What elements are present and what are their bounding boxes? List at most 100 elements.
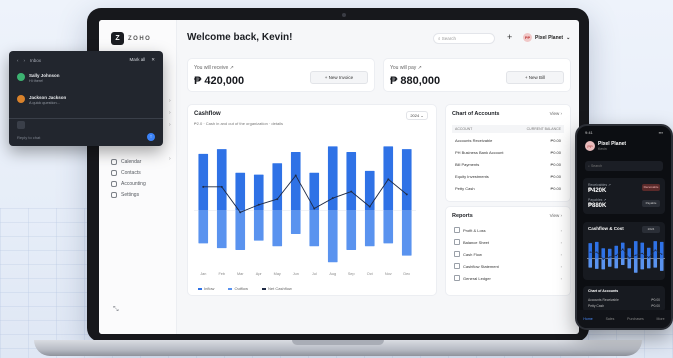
- sidebar-item-calendar[interactable]: Calendar: [111, 156, 146, 167]
- avatar: [17, 95, 25, 103]
- search-input[interactable]: ⌕ Search: [433, 33, 495, 44]
- list-item[interactable]: General Ledger ›: [454, 273, 562, 283]
- x-tick-label: Nov: [385, 272, 392, 276]
- close-icon[interactable]: ✕: [151, 57, 155, 63]
- phone-nav-home[interactable]: Home: [583, 317, 592, 321]
- outflow-bar: [253, 210, 264, 241]
- chevron-down-icon: ⌄: [566, 34, 571, 41]
- phone-search-input[interactable]: ⌕ Search: [585, 161, 663, 171]
- sidebar-item-label: Calendar: [121, 158, 142, 165]
- phone-year-select[interactable]: 2024: [642, 226, 660, 233]
- chevron-right-icon[interactable]: ›: [24, 58, 26, 63]
- table-row[interactable]: Equity Investments ₱0.00: [455, 174, 561, 179]
- account-balance: ₱0.00: [550, 174, 561, 179]
- mark-all-read-button[interactable]: Mark all: [129, 57, 145, 63]
- account-name: Accounts Receivable: [588, 298, 619, 302]
- table-row[interactable]: Accounts Receivable ₱0.00: [455, 138, 561, 143]
- sidebar-item-accounting[interactable]: Accounting: [111, 178, 146, 189]
- inflow-bar: [327, 146, 338, 211]
- x-tick-label: Jun: [293, 272, 299, 276]
- table-row[interactable]: Accounts Receivable ₱0.00: [588, 298, 660, 302]
- net-cashflow-point: [257, 203, 260, 206]
- chat-message[interactable]: Sally Johnson Hi there!: [17, 73, 60, 83]
- reports-view-link[interactable]: View ›: [550, 213, 562, 218]
- inflow-bar: [309, 172, 320, 211]
- legend-item-inflow[interactable]: Inflow: [198, 286, 214, 291]
- list-item[interactable]: Cash Flow ›: [454, 249, 562, 259]
- chevron-right-icon: ›: [560, 275, 562, 281]
- phone-cashflow-card: Cashflow & Cost 2024: [583, 222, 665, 280]
- net-cashflow-point: [405, 193, 408, 196]
- legend-item-net[interactable]: Net Cashflow: [262, 286, 292, 291]
- add-icon[interactable]: +: [507, 32, 512, 42]
- table-row[interactable]: Petty Cash ₱0.00: [588, 304, 660, 308]
- inflow-bar: [272, 163, 283, 211]
- outflow-bar: [346, 210, 357, 251]
- reports-title: Reports: [452, 213, 473, 219]
- app-logo[interactable]: Z ZOHO: [111, 32, 151, 45]
- net-cashflow-point: [602, 258, 604, 260]
- net-cashflow-point: [350, 190, 353, 193]
- cashflow-subtitle: ₱2.0 · Cash in and out of the organizati…: [194, 121, 283, 126]
- year-select[interactable]: 2024 ⌄: [406, 111, 428, 120]
- chat-message[interactable]: Jackson Jackson A quick question...: [17, 95, 66, 105]
- column-header-account: ACCOUNT: [455, 127, 473, 131]
- cashflow-title: Cashflow: [194, 111, 221, 117]
- chat-popup: ‹ › Inbox Mark all ✕ Sally Johnson Hi th…: [9, 51, 163, 146]
- chevron-right-icon[interactable]: ›: [169, 98, 171, 104]
- chevron-left-icon[interactable]: ‹: [17, 58, 19, 63]
- chevron-right-icon[interactable]: ›: [169, 110, 171, 116]
- legend-label: Inflow: [204, 286, 215, 291]
- phone-nav-sales[interactable]: Sales: [606, 317, 615, 321]
- sidebar-item-label: Settings: [121, 191, 140, 198]
- year-select-value: 2024: [410, 113, 420, 118]
- inflow-bar: [588, 243, 593, 259]
- new-bill-button[interactable]: + New Bill: [506, 71, 564, 84]
- phone-org-header[interactable]: PP Pixel Planet Kevin: [585, 141, 626, 151]
- accounts-view-link[interactable]: View ›: [550, 111, 562, 116]
- sidebar-item-settings[interactable]: Settings: [111, 189, 146, 200]
- phone-nav-purchases[interactable]: Purchases: [627, 317, 644, 321]
- inflow-bar: [216, 149, 227, 211]
- chevron-right-icon[interactable]: ›: [169, 156, 171, 162]
- table-row[interactable]: PH Business Bank Account ₱0.00: [455, 150, 561, 155]
- phone-cashflow-chart: [587, 241, 665, 273]
- organization-switcher[interactable]: PP Pixel Planet ⌄: [523, 33, 570, 42]
- new-invoice-button[interactable]: + New Invoice: [310, 71, 368, 84]
- net-cashflow-point: [313, 207, 316, 210]
- sidebar-item-contacts[interactable]: Contacts: [111, 167, 146, 178]
- report-icon: [454, 251, 460, 257]
- sidebar-item-label: Contacts: [121, 169, 141, 176]
- phone-payables-label: Payables ↗: [588, 198, 607, 202]
- list-item[interactable]: Profit & Loss ›: [454, 225, 562, 235]
- x-tick-label: Feb: [218, 272, 225, 276]
- net-cashflow-point: [331, 197, 334, 200]
- table-row[interactable]: Petty Cash ₱0.00: [455, 186, 561, 191]
- column-header-balance: CURRENT BALANCE: [526, 127, 561, 131]
- chat-reply-input[interactable]: Reply to chat ↑: [17, 133, 155, 141]
- laptop-camera: [342, 13, 346, 17]
- chevron-right-icon[interactable]: ›: [169, 122, 171, 128]
- outflow-bar: [620, 258, 625, 265]
- list-item[interactable]: Cashflow Statement ›: [454, 261, 562, 271]
- list-item[interactable]: Balance Sheet ›: [454, 237, 562, 247]
- table-row[interactable]: Bill Payments ₱0.00: [455, 162, 561, 167]
- account-balance: ₱0.00: [550, 138, 561, 143]
- phone-payable-pill[interactable]: Payable: [642, 200, 660, 207]
- phone-bottom-nav: Home Sales Purchases More: [577, 310, 671, 328]
- legend-item-outflow[interactable]: Outflow: [228, 286, 248, 291]
- phone-mockup: 9:41 ▪▪▪ PP Pixel Planet Kevin ⌕ Search …: [575, 124, 673, 330]
- report-icon: [454, 227, 460, 233]
- net-cashflow-point: [628, 257, 630, 259]
- inflow-bar: [601, 248, 606, 259]
- outflow-bar: [290, 210, 301, 234]
- phone-receivable-pill[interactable]: Receivable: [642, 184, 660, 191]
- attachment-icon[interactable]: [17, 121, 25, 129]
- report-label: Profit & Loss: [463, 227, 486, 233]
- phone-payables-value: ₱880K: [588, 203, 607, 209]
- net-cashflow-line: [203, 174, 408, 213]
- collapse-sidebar-icon[interactable]: ⤡: [113, 306, 119, 314]
- send-icon[interactable]: ↑: [147, 133, 155, 141]
- outflow-bar: [594, 258, 599, 269]
- phone-nav-more[interactable]: More: [657, 317, 665, 321]
